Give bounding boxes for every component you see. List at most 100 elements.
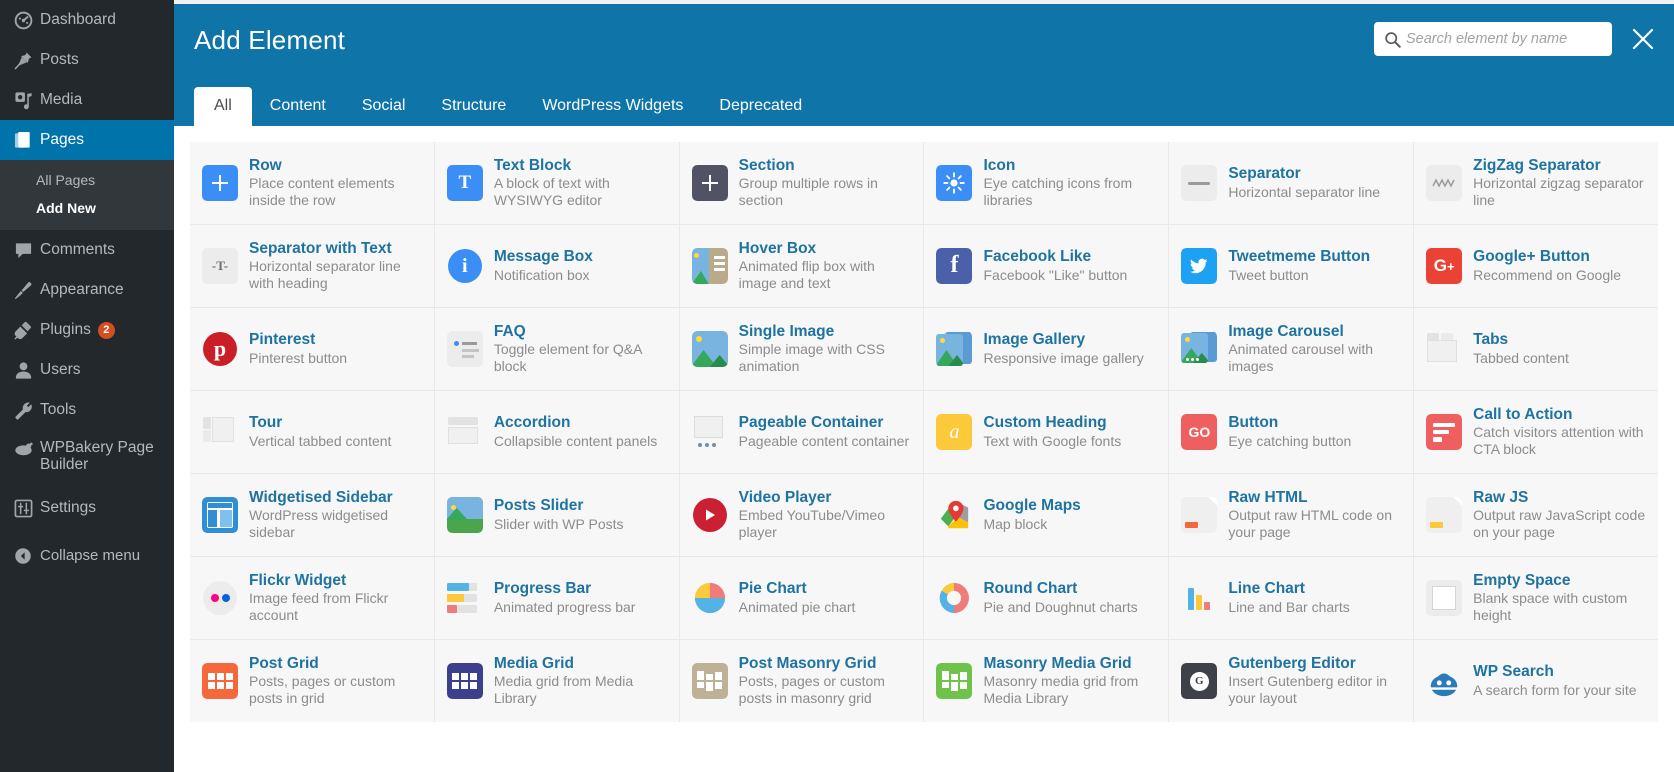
element-card-post-masonry-grid[interactable]: Post Masonry Grid Posts, pages or custom … <box>679 640 924 722</box>
element-card-raw-js[interactable]: Raw JS Output raw JavaScript code on your… <box>1414 474 1658 556</box>
element-name: Post Masonry Grid <box>738 655 877 673</box>
sidebar-item-pages[interactable]: Pages <box>0 120 174 160</box>
element-description: Posts, pages or custom posts in grid <box>249 673 396 707</box>
element-card-text: Gutenberg Editor Insert Gutenberg editor … <box>1228 655 1403 707</box>
element-card-text: Call to Action Catch visitors attention w… <box>1473 406 1648 458</box>
go-button-icon: GO <box>1181 414 1218 450</box>
element-description: Recommend on Google <box>1473 266 1622 283</box>
element-card-call-to-action[interactable]: Call to Action Catch visitors attention w… <box>1414 391 1658 473</box>
sidebar-item-tools[interactable]: Tools <box>0 390 174 430</box>
element-card-text: Hover Box Animated flip box with image an… <box>739 240 914 292</box>
element-card-tabs[interactable]: Tabs Tabbed content <box>1414 308 1658 390</box>
element-name: Section <box>738 157 795 175</box>
element-name: Tweetmeme Button <box>1228 248 1371 266</box>
tab-deprecated[interactable]: Deprecated <box>701 87 820 126</box>
element-card-widgetised-sidebar[interactable]: Widgetised Sidebar WordPress widgetised s… <box>190 474 434 556</box>
element-card-raw-html[interactable]: Raw HTML Output raw HTML code on your pag… <box>1169 474 1414 556</box>
tab-structure[interactable]: Structure <box>423 87 524 126</box>
sidebar-item-dashboard[interactable]: Dashboard <box>0 0 174 40</box>
element-description: Output raw HTML code on your page <box>1228 507 1392 541</box>
element-card-pinterest[interactable]: p Pinterest Pinterest button <box>190 308 434 390</box>
element-card-flickr-widget[interactable]: Flickr Widget Image feed from Flickr acco… <box>190 557 434 639</box>
sidebar-item-appearance[interactable]: Appearance <box>0 270 174 310</box>
sidebar-item-label: Tools <box>40 401 77 419</box>
element-name: FAQ <box>493 323 526 341</box>
element-description: Tweet button <box>1228 266 1309 283</box>
separator-text-icon: -T- <box>202 248 238 284</box>
add-element-modal: Add Element AllContentSocialStructureWor… <box>174 4 1674 772</box>
element-card-text: Line Chart Line and Bar charts <box>1228 580 1349 615</box>
cta-icon <box>1426 414 1463 450</box>
element-card-posts-slider[interactable]: Posts Slider Slider with WP Posts <box>434 474 679 556</box>
video-play-icon <box>692 497 728 533</box>
element-card-single-image[interactable]: Single Image Simple image with CSS animat… <box>679 308 924 390</box>
element-card-zigzag-separator[interactable]: ZigZag Separator Horizontal zigzag separa… <box>1414 142 1658 224</box>
tab-wordpress-widgets[interactable]: WordPress Widgets <box>524 87 701 126</box>
element-card-gutenberg-editor[interactable]: G Gutenberg Editor Insert Gutenberg editor… <box>1169 640 1414 722</box>
sidebar-item-users[interactable]: Users <box>0 350 174 390</box>
element-card-icon[interactable]: Icon Eye catching icons from libraries <box>924 142 1169 224</box>
element-card-pie-chart[interactable]: Pie Chart Animated pie chart <box>679 557 924 639</box>
element-card-message-box[interactable]: i Message Box Notification box <box>434 225 679 307</box>
sidebar-item-wpbakery-page-builder[interactable]: WPBakery Page Builder <box>0 430 174 488</box>
sidebar-item-media[interactable]: Media <box>0 80 174 120</box>
element-card-masonry-media-grid[interactable]: Masonry Media Grid Masonry media grid fro… <box>924 640 1169 722</box>
element-card-hover-box[interactable]: Hover Box Animated flip box with image an… <box>679 225 924 307</box>
element-card-text: Widgetised Sidebar WordPress widgetised s… <box>249 489 424 541</box>
sidebar-item-posts[interactable]: Posts <box>0 40 174 80</box>
element-card-section[interactable]: Section Group multiple rows in section <box>679 142 924 224</box>
search-input[interactable] <box>1406 31 1602 47</box>
element-card-button[interactable]: GO Button Eye catching button <box>1169 391 1414 473</box>
element-card-text: Masonry Media Grid Masonry media grid fro… <box>983 655 1158 707</box>
element-card-video-player[interactable]: Video Player Embed YouTube/Vimeo player <box>679 474 924 556</box>
element-name: Button <box>1228 414 1279 432</box>
sun-blue-icon <box>936 165 973 201</box>
element-card-text-block[interactable]: T Text Block A block of text with WYSIWYG … <box>434 142 679 224</box>
element-card-image-carousel[interactable]: Image Carousel Animated carousel with ima… <box>1169 308 1414 390</box>
tab-content[interactable]: Content <box>252 87 344 126</box>
close-modal-button[interactable] <box>1628 24 1658 54</box>
sidebar-item-comments[interactable]: Comments <box>0 230 174 270</box>
element-card-tour[interactable]: Tour Vertical tabbed content <box>190 391 434 473</box>
collapse-menu-button[interactable]: Collapse menu <box>0 536 174 576</box>
element-card-pageable-container[interactable]: Pageable Container Pageable content conta… <box>679 391 924 473</box>
element-card-progress-bar[interactable]: Progress Bar Animated progress bar <box>434 557 679 639</box>
search-box[interactable] <box>1374 22 1612 56</box>
category-tabs: All Content Social Structure WordPress Widge… <box>194 82 1674 126</box>
element-card-text: Pie Chart Animated pie chart <box>739 580 856 615</box>
element-card-text: Button Eye catching button <box>1228 414 1351 449</box>
submenu-item-all-pages[interactable]: All Pages <box>0 166 174 194</box>
element-card-post-grid[interactable]: Post Grid Posts, pages or custom posts in… <box>190 640 434 722</box>
submenu-item-add-new[interactable]: Add New <box>0 194 174 222</box>
tab-social[interactable]: Social <box>344 87 424 126</box>
element-card-text: FAQ Toggle element for Q&A block <box>494 323 669 375</box>
element-card-faq[interactable]: FAQ Toggle element for Q&A block <box>434 308 679 390</box>
element-description: Toggle element for Q&A block <box>493 341 642 375</box>
element-description: Place content elements inside the row <box>249 175 395 209</box>
element-card-custom-heading[interactable]: a Custom Heading Text with Google fonts <box>924 391 1169 473</box>
element-card-line-chart[interactable]: Line Chart Line and Bar charts <box>1169 557 1414 639</box>
element-card-wp-search[interactable]: WP Search A search form for your site <box>1414 640 1658 722</box>
element-card-empty-space[interactable]: Empty Space Blank space with custom heigh… <box>1414 557 1658 639</box>
element-card-text: Section Group multiple rows in section <box>739 157 914 209</box>
element-card-google-maps[interactable]: Google Maps Map block <box>924 474 1169 556</box>
element-description: Simple image with CSS animation <box>738 341 885 375</box>
element-description: Map block <box>983 515 1048 532</box>
element-card-image-gallery[interactable]: Image Gallery Responsive image gallery <box>924 308 1169 390</box>
element-card-row[interactable]: Row Place content elements inside the row <box>190 142 434 224</box>
element-card-round-chart[interactable]: Round Chart Pie and Doughnut charts <box>924 557 1169 639</box>
element-card-facebook-like[interactable]: f Facebook Like Facebook "Like" button <box>924 225 1169 307</box>
tab-all[interactable]: All <box>194 87 252 126</box>
element-card-media-grid[interactable]: Media Grid Media grid from Media Library <box>434 640 679 722</box>
element-name: Facebook Like <box>983 248 1092 266</box>
sidebar-item-plugins[interactable]: Plugins 2 <box>0 310 174 350</box>
element-card-accordion[interactable]: Accordion Collapsible content panels <box>434 391 679 473</box>
element-card-google-button[interactable]: G + Google+ Button Recommend on Google <box>1414 225 1658 307</box>
element-card-tweetmeme-button[interactable]: Tweetmeme Button Tweet button <box>1169 225 1414 307</box>
element-card-separator[interactable]: Separator Horizontal separator line <box>1169 142 1414 224</box>
sidebar-item-settings[interactable]: Settings <box>0 488 174 528</box>
element-card-separator-with-text[interactable]: -T- Separator with Text Horizontal separat… <box>190 225 434 307</box>
element-description: A search form for your site <box>1473 681 1637 698</box>
element-card-text: WP Search A search form for your site <box>1473 663 1636 698</box>
element-description: Vertical tabbed content <box>249 432 392 449</box>
